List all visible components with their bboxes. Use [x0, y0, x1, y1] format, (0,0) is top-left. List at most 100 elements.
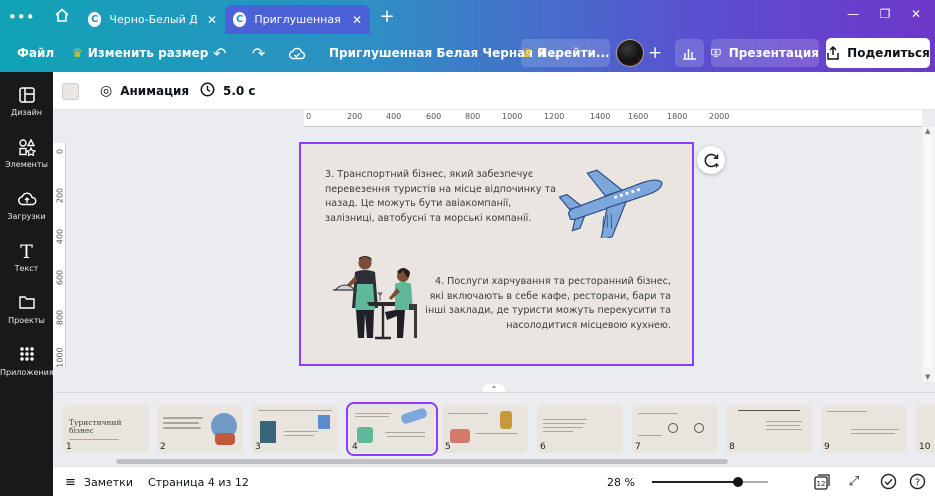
sidebar-item-text[interactable]: T Текст	[0, 234, 53, 286]
sidebar-item-uploads[interactable]: Загрузки	[0, 182, 53, 234]
ruler-tick-label: 1400	[590, 112, 611, 121]
thumbnail-number: 4	[352, 442, 358, 452]
file-menu-button[interactable]: Файл	[17, 34, 54, 72]
present-icon	[711, 48, 721, 58]
upgrade-button[interactable]: ♛ Перейти...	[521, 39, 610, 67]
restore-icon[interactable]: ❐	[875, 7, 895, 21]
minimize-icon[interactable]: —	[843, 7, 863, 21]
sidebar-item-label: Дизайн	[10, 108, 43, 117]
page-thumbnail[interactable]: 4	[346, 402, 438, 456]
browser-tab-bar: ••• C Черно-Белый Дет... ✕ C Приглушенна…	[0, 0, 935, 34]
tab-inactive[interactable]: C Черно-Белый Дет... ✕	[80, 5, 225, 34]
menu-dots-icon[interactable]: •••	[8, 7, 35, 27]
page-indicator[interactable]: Страница 4 из 12	[148, 467, 249, 496]
design-icon	[17, 86, 37, 106]
slide-text-food[interactable]: 4. Послуги харчування та ресторанний біз…	[423, 275, 671, 333]
sidebar-item-design[interactable]: Дизайн	[0, 78, 53, 130]
ruler-tick-label: 200	[55, 187, 65, 204]
page-thumbnail[interactable]: 8	[726, 405, 812, 453]
pages-grid-button[interactable]: 12	[813, 473, 831, 491]
context-toolbar: ◎ Анимация 5.0 с	[53, 72, 935, 110]
upgrade-label: Перейти...	[537, 46, 610, 60]
tab-label: Приглушенная Бе...	[254, 13, 342, 26]
close-window-icon[interactable]: ✕	[906, 7, 926, 21]
sidebar-item-label: Приложения	[0, 368, 54, 377]
check-circle-icon[interactable]	[879, 473, 897, 491]
left-sidebar: Дизайн Элементы Загрузки T Текст Проекты	[0, 72, 54, 496]
tab-label: Черно-Белый Дет...	[109, 13, 197, 26]
new-tab-button[interactable]: +	[375, 7, 399, 27]
sidebar-item-apps[interactable]: Приложения	[0, 338, 54, 390]
upload-icon	[17, 190, 37, 210]
page-thumbnail[interactable]: 5	[442, 405, 528, 453]
help-icon[interactable]: ?	[908, 473, 926, 491]
resize-label: Изменить размер	[87, 46, 209, 60]
sidebar-item-elements[interactable]: Элементы	[0, 130, 53, 182]
share-label: Поделиться	[847, 46, 930, 60]
share-button[interactable]: Поделиться	[826, 38, 930, 68]
canva-favicon-icon: C	[233, 12, 247, 27]
svg-text:?: ?	[914, 477, 919, 488]
sidebar-item-label: Загрузки	[7, 212, 46, 221]
background-color-swatch[interactable]	[62, 83, 79, 100]
zoom-percentage[interactable]: 28 %	[607, 467, 635, 496]
animation-label: Анимация	[120, 84, 190, 98]
notes-button[interactable]: ≡ Заметки	[65, 467, 133, 496]
thumbnail-number: 8	[729, 442, 735, 452]
close-icon[interactable]: ✕	[352, 13, 362, 27]
analytics-icon[interactable]	[675, 39, 704, 67]
editor-toolbar: Файл ♛ Изменить размер ↶ ↷ Приглушенная …	[0, 34, 935, 72]
sidebar-item-projects[interactable]: Проекты	[0, 286, 53, 338]
page-thumbnail[interactable]: 10	[916, 405, 935, 453]
page-thumbnail[interactable]: 2	[157, 405, 243, 453]
ruler-tick-label: 600	[426, 112, 442, 121]
page-filmstrip: Туристичний бізнес 1 2 3 4 5 6 7 8 9 10	[53, 392, 935, 464]
ruler-tick-label: 400	[386, 112, 402, 121]
animation-icon: ◎	[100, 83, 113, 99]
scroll-up-icon[interactable]: ▲	[925, 127, 930, 135]
present-button[interactable]: Презентация	[711, 39, 819, 67]
filmstrip-scrollbar[interactable]	[116, 459, 728, 464]
thumbnail-number: 6	[540, 442, 546, 452]
tab-active[interactable]: C Приглушенная Бе... ✕	[225, 5, 370, 34]
elements-icon	[17, 138, 37, 158]
ruler-tick-label: 0	[55, 148, 65, 155]
avatar[interactable]	[616, 39, 644, 67]
canvas-vertical-scrollbar[interactable]: ▲ ▼	[922, 127, 935, 382]
zoom-slider-handle[interactable]	[733, 477, 743, 487]
cloud-save-icon[interactable]	[288, 34, 306, 72]
notes-label: Заметки	[83, 475, 133, 489]
close-icon[interactable]: ✕	[207, 13, 217, 27]
airplane-illustration[interactable]	[559, 162, 671, 238]
page-thumbnail[interactable]: 3	[252, 405, 338, 453]
fullscreen-icon[interactable]: ⤢	[845, 473, 863, 491]
duration-button[interactable]: 5.0 с	[200, 72, 256, 110]
scroll-down-icon[interactable]: ▼	[925, 373, 930, 381]
scrollbar-thumb[interactable]	[925, 137, 932, 367]
ruler-tick-label: 800	[465, 112, 481, 121]
undo-icon[interactable]: ↶	[213, 34, 226, 72]
home-icon[interactable]	[50, 7, 74, 27]
add-collaborator-icon[interactable]: +	[648, 34, 662, 72]
ruler-tick-label: 600	[55, 269, 65, 286]
page-thumbnail[interactable]: Туристичний бізнес 1	[63, 405, 149, 453]
slide-canvas[interactable]: 3. Транспортний бізнес, який забезпечує …	[299, 142, 694, 366]
page-thumbnail[interactable]: 7	[632, 405, 718, 453]
notes-icon: ≡	[65, 474, 76, 490]
ruler-tick-label: 0	[306, 112, 312, 121]
animation-button[interactable]: ◎ Анимация	[100, 72, 189, 110]
page-thumbnail[interactable]: 6	[537, 405, 623, 453]
redo-icon[interactable]: ↷	[252, 34, 265, 72]
slide-text-transport[interactable]: 3. Транспортний бізнес, який забезпечує …	[325, 168, 561, 226]
page-thumbnail[interactable]: 9	[821, 405, 907, 453]
crown-icon: ♛	[72, 46, 83, 60]
folder-icon	[17, 294, 37, 314]
thumbnail-number: 5	[445, 442, 451, 452]
zoom-slider[interactable]	[652, 477, 768, 487]
thumbnail-number: 2	[160, 442, 166, 452]
resize-button[interactable]: ♛ Изменить размер	[72, 34, 208, 72]
refresh-plus-icon	[704, 153, 719, 167]
restaurant-illustration[interactable]	[323, 254, 423, 342]
thumbnail-title: Туристичний бізнес	[69, 418, 122, 435]
regenerate-button[interactable]	[697, 146, 725, 174]
